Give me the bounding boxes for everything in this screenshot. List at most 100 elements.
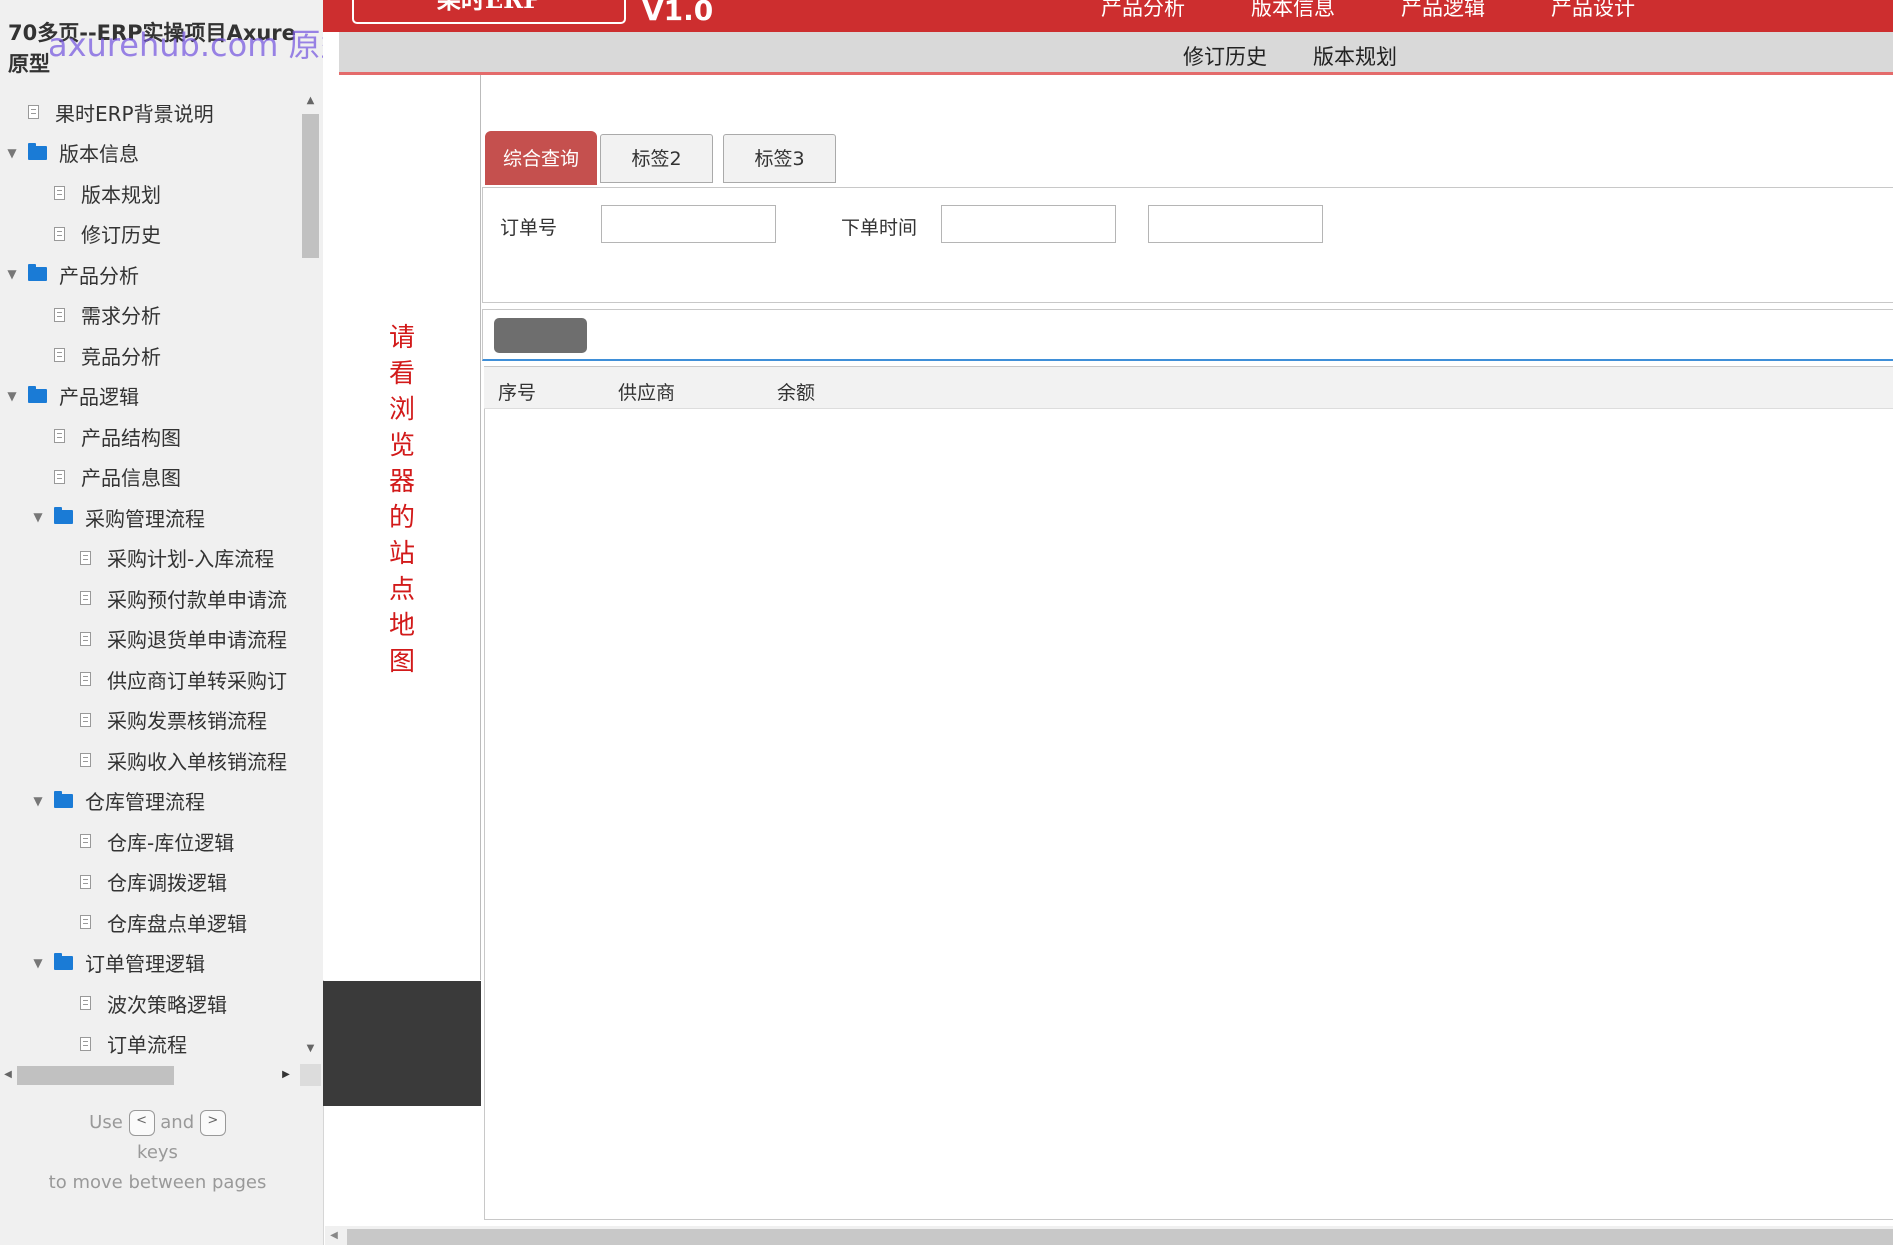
- sitemap-item-label: 版本信息: [59, 142, 139, 166]
- sitemap-page[interactable]: 仓库盘点单逻辑: [0, 902, 300, 942]
- sitemap-item-label: 果时ERP背景说明: [55, 101, 214, 126]
- sitemap-folder[interactable]: ▼ 订单管理逻辑: [0, 943, 300, 983]
- scroll-up-arrow-icon[interactable]: ▲: [300, 92, 321, 110]
- scrollbar-thumb[interactable]: [17, 1066, 174, 1085]
- arrow-spacer: [32, 309, 44, 321]
- sitemap-vertical-scrollbar[interactable]: ▲ ▼: [300, 92, 321, 1058]
- sitemap-item-label: 采购收入单核销流程: [107, 749, 287, 774]
- sitemap-page[interactable]: 修订历史: [0, 214, 300, 254]
- scroll-down-arrow-icon[interactable]: ▼: [300, 1040, 321, 1058]
- sitemap-page[interactable]: 采购计划-入库流程: [0, 538, 300, 578]
- sitemap-horizontal-scrollbar[interactable]: ◀ ▶: [0, 1064, 300, 1086]
- sitemap-item-label: 仓库调拨逻辑: [107, 871, 227, 895]
- sitemap-page[interactable]: 波次策略逻辑: [0, 983, 300, 1023]
- folder-icon: [28, 385, 47, 403]
- sitemap-item-label: 订单管理逻辑: [85, 952, 205, 976]
- scroll-left-arrow-icon[interactable]: ◀: [325, 1226, 343, 1245]
- sitemap-item-label: 供应商订单转采购订: [107, 668, 287, 693]
- collapse-arrow-icon[interactable]: ▼: [6, 268, 18, 280]
- arrow-spacer: [58, 673, 70, 685]
- arrow-spacer: [58, 633, 70, 645]
- arrow-spacer: [6, 106, 18, 118]
- sitemap-item-label: 波次策略逻辑: [107, 992, 227, 1017]
- sitemap-page[interactable]: 采购收入单核销流程: [0, 740, 300, 780]
- arrow-spacer: [32, 187, 44, 199]
- toolbar-row: [482, 309, 1893, 361]
- page-icon: [28, 105, 39, 119]
- page-icon: [80, 874, 91, 889]
- arrow-spacer: [58, 876, 70, 888]
- page-icon: [54, 186, 65, 200]
- sitemap-page[interactable]: 果时ERP背景说明: [0, 92, 300, 132]
- main-horizontal-scrollbar[interactable]: ◀: [325, 1226, 1893, 1245]
- top-nav-product-analysis[interactable]: 产品分析: [1101, 0, 1185, 22]
- sitemap-page[interactable]: 版本规划: [0, 173, 300, 213]
- collapse-arrow-icon[interactable]: ▼: [32, 957, 44, 969]
- hint-rest: to move between pages: [48, 1172, 267, 1193]
- collapse-arrow-icon[interactable]: ▼: [6, 147, 18, 159]
- page-icon: [80, 996, 91, 1010]
- order-time-from-input[interactable]: [941, 205, 1116, 243]
- sub-nav-version-plan[interactable]: 版本规划: [1313, 41, 1397, 71]
- sitemap-folder[interactable]: ▼ 版本信息: [0, 133, 300, 173]
- page-icon: [54, 307, 65, 322]
- sitemap-item-label: 采购计划-入库流程: [107, 547, 275, 571]
- tab-comprehensive-query[interactable]: 综合查询: [485, 131, 597, 185]
- sitemap-folder[interactable]: ▼ 仓库管理流程: [0, 781, 300, 821]
- top-nav-product-design[interactable]: 产品设计: [1551, 0, 1635, 22]
- arrow-spacer: [58, 997, 70, 1009]
- sitemap-page[interactable]: 需求分析: [0, 295, 300, 335]
- sitemap-page[interactable]: 竞品分析: [0, 335, 300, 375]
- hint-and: and: [160, 1112, 195, 1133]
- scroll-left-arrow-icon[interactable]: ◀: [0, 1064, 16, 1086]
- sitemap-item-label: 仓库-库位逻辑: [107, 830, 235, 855]
- sitemap-page[interactable]: 供应商订单转采购订: [0, 659, 300, 699]
- sitemap-page[interactable]: 仓库调拨逻辑: [0, 862, 300, 902]
- sitemap-folder[interactable]: ▼ 产品分析: [0, 254, 300, 294]
- sitemap-page[interactable]: 产品结构图: [0, 416, 300, 456]
- tab-3[interactable]: 标签3: [723, 134, 836, 183]
- scrollbar-thumb[interactable]: [302, 114, 319, 258]
- sub-nav-revision-history[interactable]: 修订历史: [1183, 41, 1267, 71]
- sitemap-page[interactable]: 订单流程: [0, 1024, 300, 1059]
- sitemap-folder[interactable]: ▼ 产品逻辑: [0, 376, 300, 416]
- scroll-right-arrow-icon[interactable]: ▶: [278, 1064, 294, 1086]
- scrollbar-corner: [300, 1064, 321, 1086]
- column-header-supplier: 供应商: [618, 382, 676, 404]
- folder-icon: [54, 790, 73, 808]
- order-number-label: 订单号: [500, 217, 558, 239]
- page-icon: [80, 834, 91, 848]
- page-icon: [80, 915, 91, 929]
- scrollbar-thumb[interactable]: [347, 1229, 1893, 1245]
- arrow-spacer: [32, 430, 44, 442]
- sitemap-tree: 果时ERP背景说明 ▼ 版本信息版本规划 修订历史 ▼ 产品分析 需求分析竞品分析 ▼ 产品逻辑…: [0, 92, 300, 1058]
- query-action-button[interactable]: [494, 318, 587, 353]
- sitemap-item-label: 采购预付款单申请流: [107, 587, 287, 612]
- order-number-input[interactable]: [601, 205, 776, 243]
- page-icon: [54, 469, 65, 484]
- sitemap-page[interactable]: 产品信息图: [0, 457, 300, 497]
- arrow-spacer: [32, 349, 44, 361]
- hint-keys: keys: [137, 1142, 178, 1163]
- sitemap-page[interactable]: 采购退货单申请流程: [0, 619, 300, 659]
- prev-key-icon: <: [128, 1110, 155, 1136]
- top-nav-version-info[interactable]: 版本信息: [1251, 0, 1335, 22]
- collapse-arrow-icon[interactable]: ▼: [32, 795, 44, 807]
- sitemap-folder[interactable]: ▼ 采购管理流程: [0, 497, 300, 537]
- order-time-to-input[interactable]: [1148, 205, 1323, 243]
- collapse-arrow-icon[interactable]: ▼: [32, 511, 44, 523]
- sitemap-page[interactable]: 采购发票核销流程: [0, 700, 300, 740]
- sitemap-item-label: 仓库盘点单逻辑: [107, 911, 247, 936]
- sitemap-page[interactable]: 仓库-库位逻辑: [0, 821, 300, 861]
- arrow-spacer: [58, 835, 70, 847]
- sitemap-page[interactable]: 采购预付款单申请流: [0, 578, 300, 618]
- top-nav-product-logic[interactable]: 产品逻辑: [1401, 0, 1485, 22]
- sitemap-item-label: 竞品分析: [81, 344, 161, 369]
- arrow-spacer: [32, 471, 44, 483]
- page-icon: [80, 550, 91, 565]
- collapse-arrow-icon[interactable]: ▼: [6, 390, 18, 402]
- sitemap-item-label: 订单流程: [107, 1033, 187, 1057]
- results-table: [484, 366, 1893, 1220]
- tab-2[interactable]: 标签2: [600, 134, 713, 183]
- folder-icon: [54, 952, 73, 970]
